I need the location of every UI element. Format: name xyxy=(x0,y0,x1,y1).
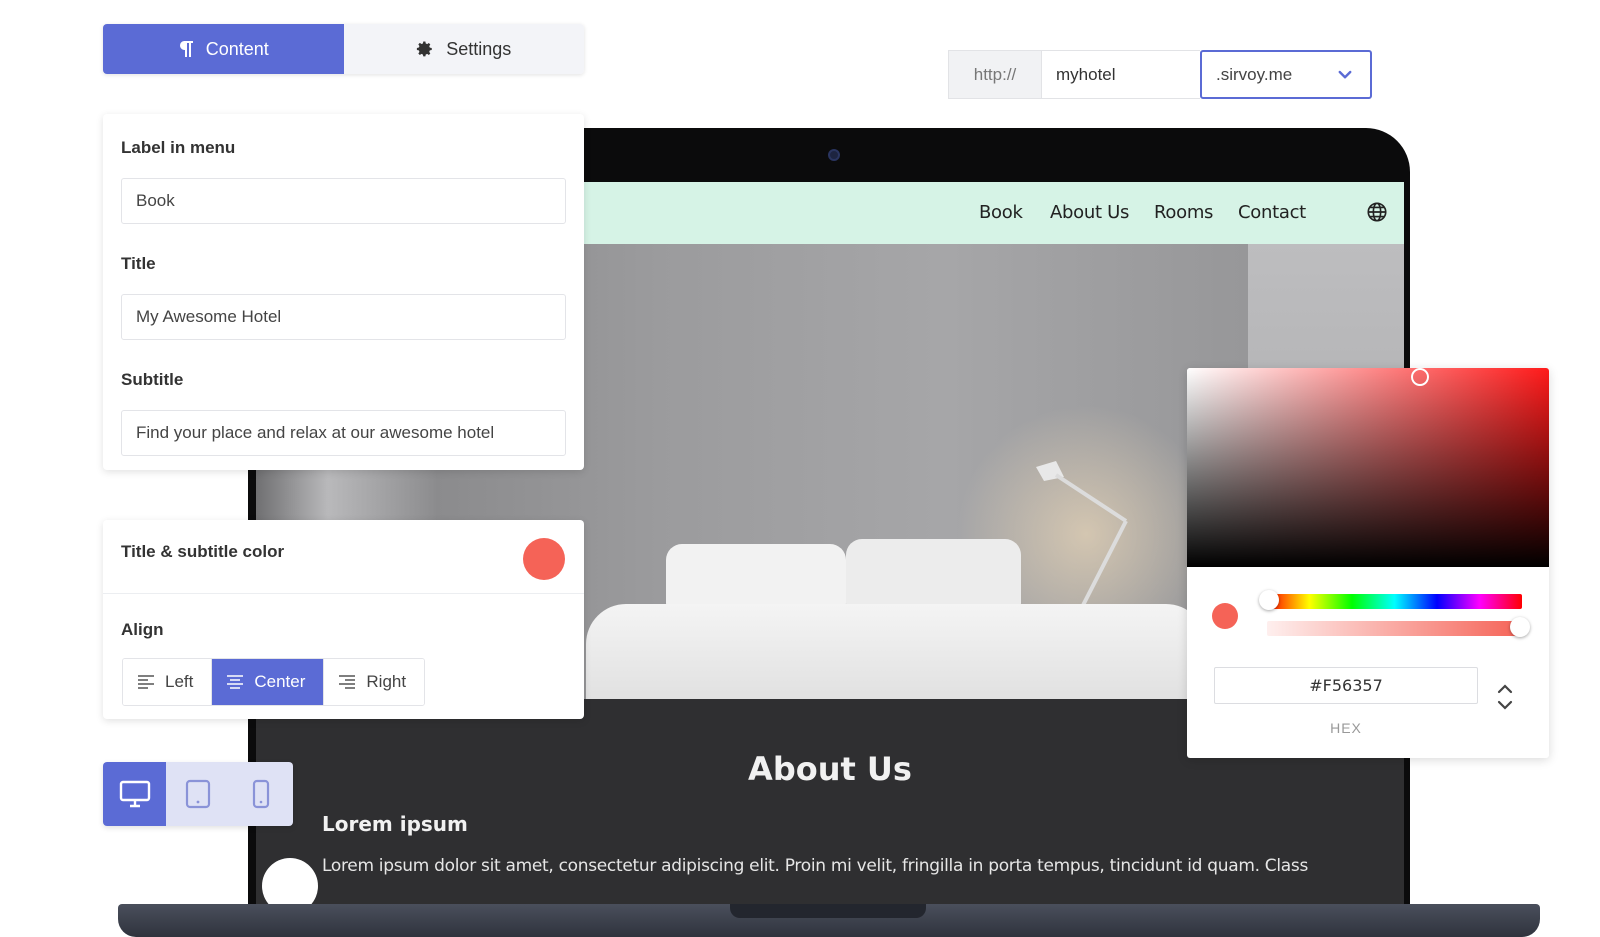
tablet-view-button[interactable] xyxy=(166,762,230,826)
saturation-handle[interactable] xyxy=(1411,368,1429,386)
desktop-icon xyxy=(119,780,150,808)
tab-settings[interactable]: Settings xyxy=(343,24,584,74)
tab-content-label: Content xyxy=(205,38,269,59)
domain-value: .sirvoy.me xyxy=(1216,64,1293,84)
site-nav-rooms[interactable]: Rooms xyxy=(1154,202,1213,223)
chat-bubble-icon[interactable] xyxy=(262,858,318,906)
color-swatch[interactable] xyxy=(523,538,565,580)
align-left-label: Left xyxy=(165,672,194,691)
tab-content[interactable]: Content xyxy=(103,24,344,74)
desktop-view-button[interactable] xyxy=(103,762,167,826)
lorem-text: Lorem ipsum dolor sit amet, consectetur … xyxy=(322,856,1309,876)
alpha-handle[interactable] xyxy=(1510,617,1530,637)
align-group: Left Center Right xyxy=(122,658,426,706)
lorem-heading: Lorem ipsum xyxy=(322,812,468,836)
globe-icon[interactable] xyxy=(1366,201,1388,223)
align-center-icon xyxy=(227,675,244,689)
tablet-icon xyxy=(185,779,211,809)
hex-format-label: HEX xyxy=(1330,720,1362,736)
align-right-label: Right xyxy=(366,672,407,691)
chevron-down-icon xyxy=(1338,70,1352,79)
device-switch xyxy=(103,762,293,826)
align-center-label: Center xyxy=(254,672,306,691)
divider xyxy=(103,593,584,594)
color-picker: #F56357 HEX xyxy=(1187,368,1549,758)
subtitle-label: Subtitle xyxy=(121,370,184,389)
url-prefix: http:// xyxy=(948,50,1042,99)
camera-icon xyxy=(828,149,840,161)
bed xyxy=(586,604,1206,699)
alpha-slider[interactable] xyxy=(1267,621,1522,636)
hex-input[interactable]: #F56357 xyxy=(1214,667,1478,704)
align-left-button[interactable]: Left xyxy=(123,659,212,705)
align-left-icon xyxy=(138,675,154,689)
laptop-notch xyxy=(730,904,926,918)
tab-settings-label: Settings xyxy=(446,38,512,59)
mobile-view-button[interactable] xyxy=(229,762,293,826)
title-input[interactable]: My Awesome Hotel xyxy=(121,294,566,340)
site-nav-about[interactable]: About Us xyxy=(1050,202,1129,223)
url-bar: http:// myhotel .sirvoy.me xyxy=(948,50,1372,99)
label-in-menu-label: Label in menu xyxy=(121,138,236,157)
site-nav-contact[interactable]: Contact xyxy=(1238,202,1306,223)
title-label: Title xyxy=(121,254,156,273)
saturation-area[interactable] xyxy=(1187,368,1549,567)
align-right-icon xyxy=(339,675,356,689)
gear-icon xyxy=(417,41,432,57)
label-in-menu-input[interactable]: Book xyxy=(121,178,566,224)
current-color-preview xyxy=(1212,603,1238,629)
style-panel: Title & subtitle color Align Left Center… xyxy=(103,520,584,719)
align-label: Align xyxy=(121,620,164,639)
color-label: Title & subtitle color xyxy=(121,542,285,561)
mobile-icon xyxy=(253,779,270,809)
editor-tabs: Content Settings xyxy=(103,24,584,74)
subdomain-input[interactable]: myhotel xyxy=(1042,50,1200,99)
domain-select[interactable]: .sirvoy.me xyxy=(1200,50,1372,99)
subtitle-input[interactable]: Find your place and relax at our awesome… xyxy=(121,410,566,456)
align-center-button[interactable]: Center xyxy=(211,659,324,705)
paragraph-icon xyxy=(179,41,193,57)
lamp-icon xyxy=(1036,461,1128,620)
align-right-button[interactable]: Right xyxy=(323,659,425,705)
content-panel: Label in menu Book Title My Awesome Hote… xyxy=(103,114,584,470)
hue-slider[interactable] xyxy=(1267,594,1522,609)
site-nav-book[interactable]: Book xyxy=(979,202,1023,223)
format-toggle-icon[interactable] xyxy=(1494,680,1516,714)
hue-handle[interactable] xyxy=(1259,590,1279,610)
